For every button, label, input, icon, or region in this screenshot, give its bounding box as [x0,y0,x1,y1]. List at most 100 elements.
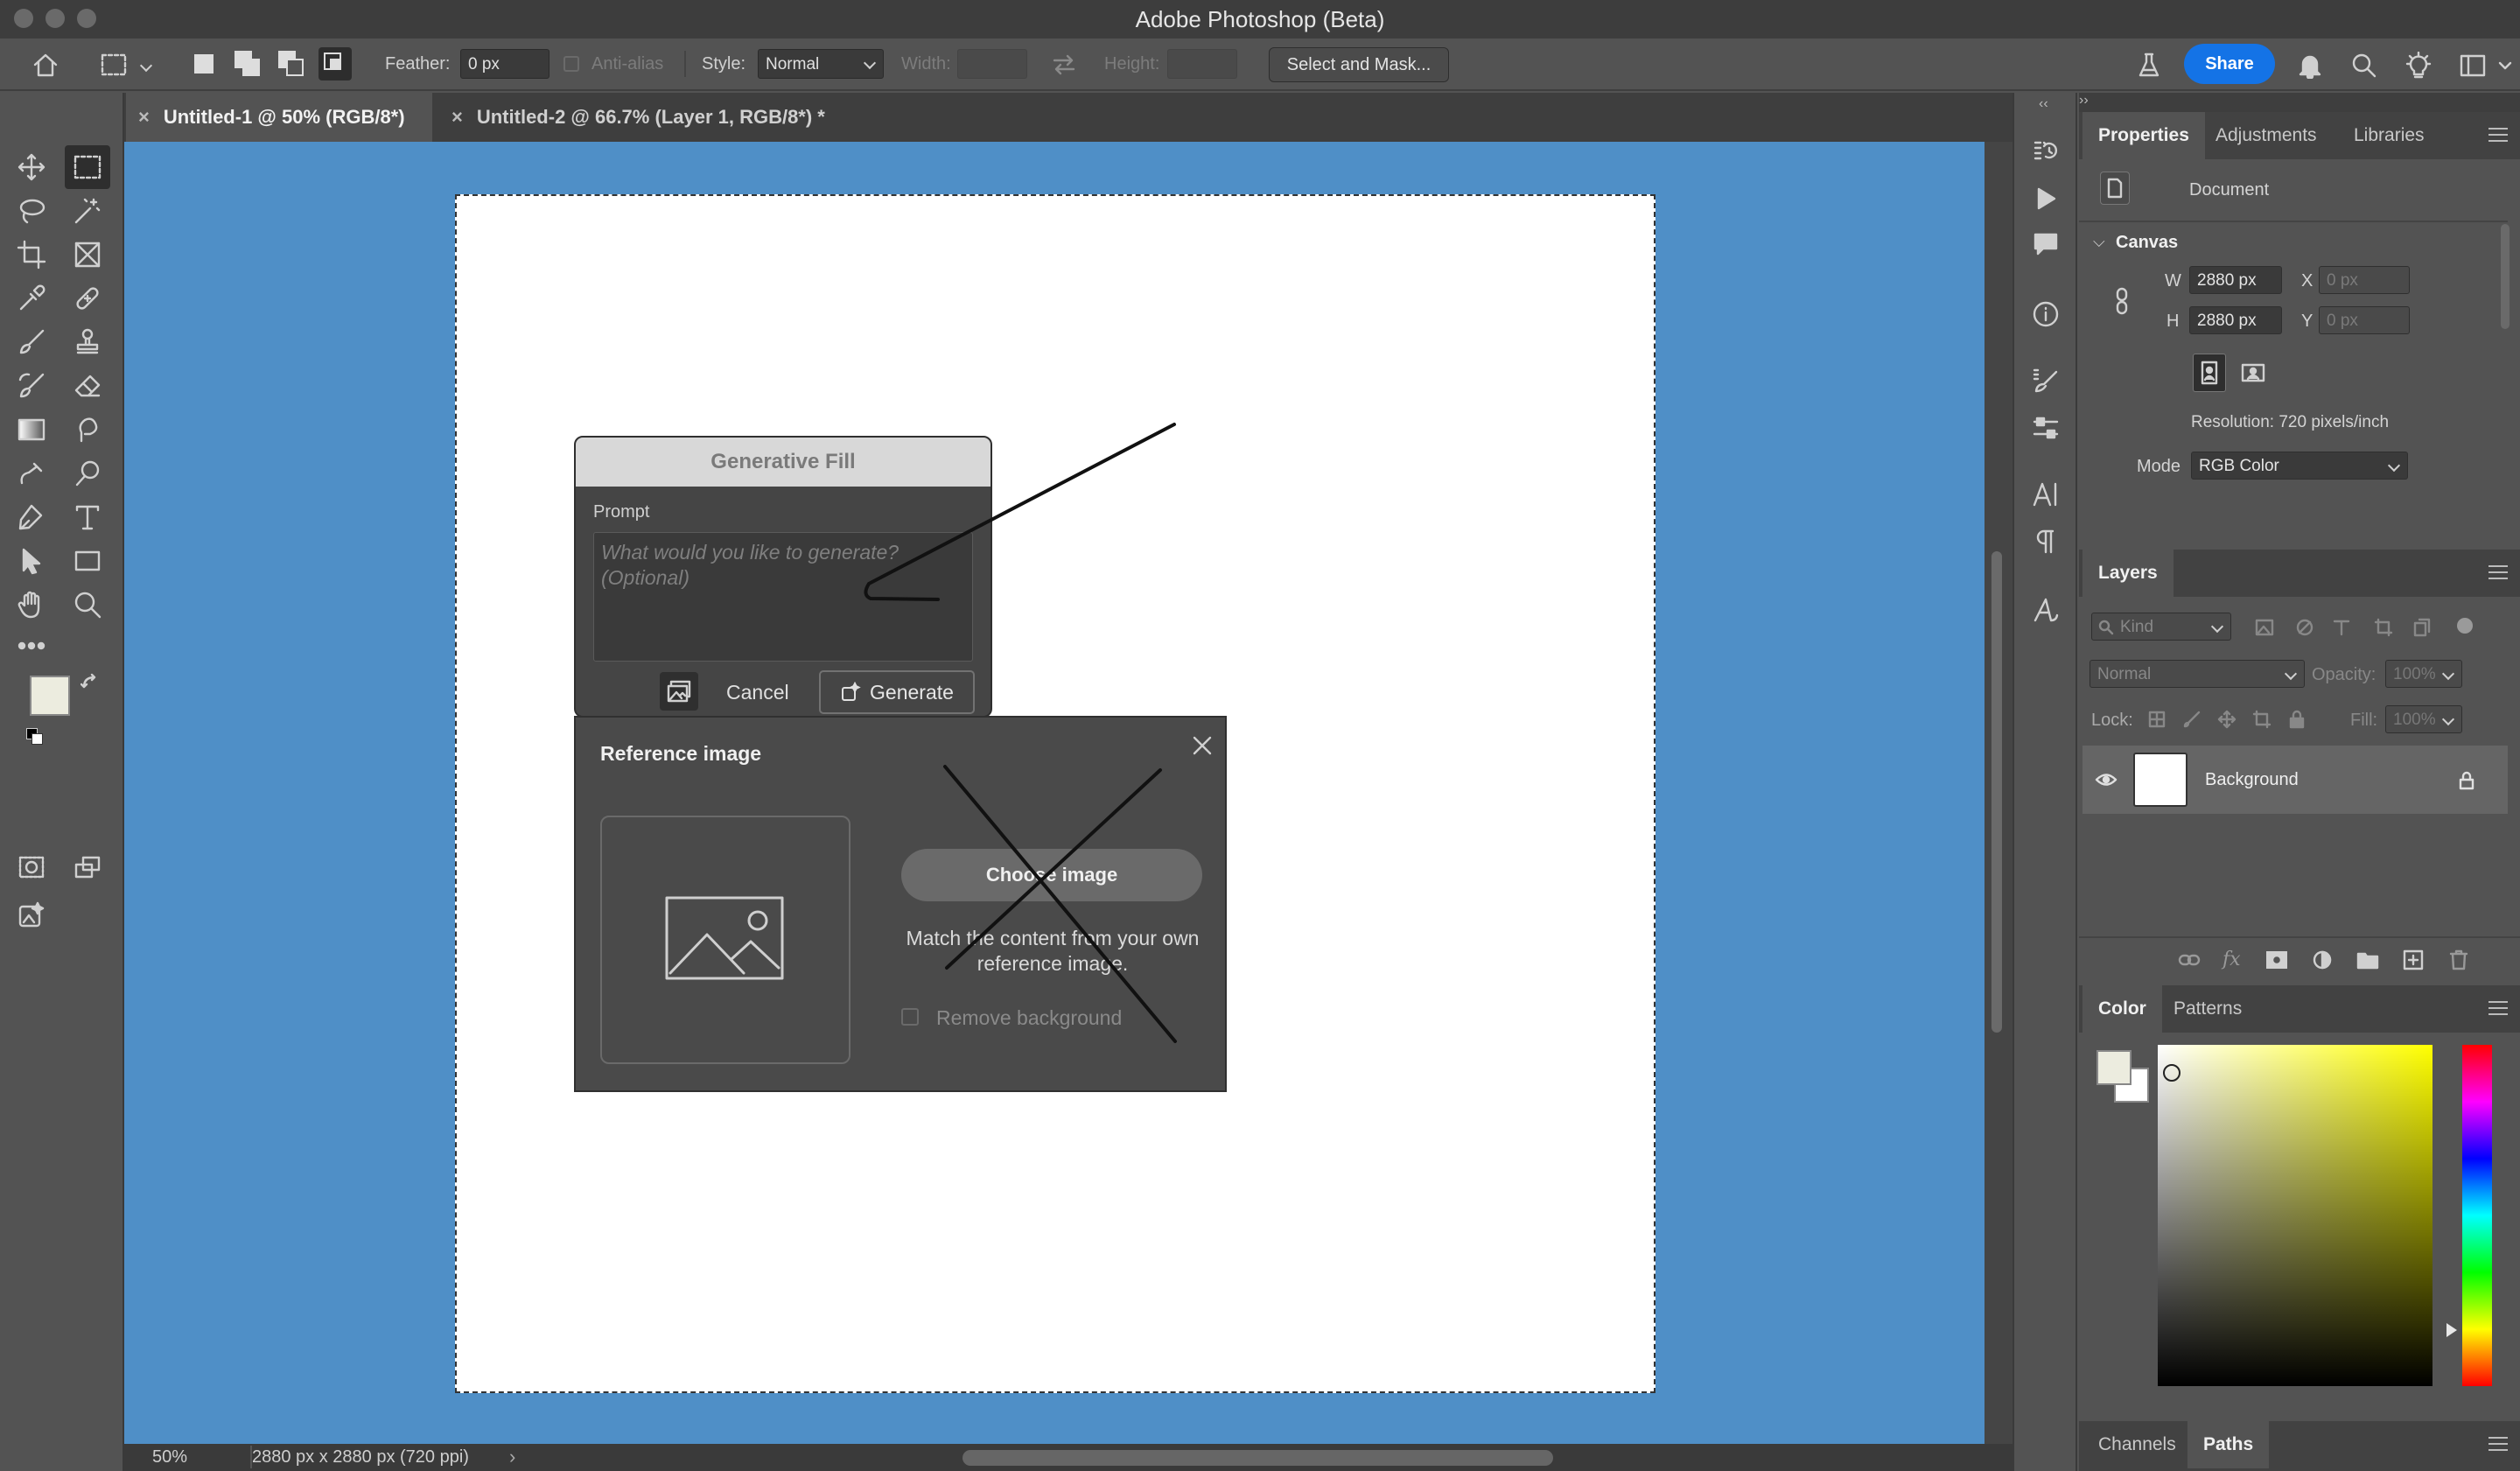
add-mask-icon[interactable] [2263,945,2291,975]
tab-untitled-1[interactable]: × Untitled-1 @ 50% (RGB/8*) [126,93,432,142]
tab-channels[interactable]: Channels [2098,1421,2176,1468]
discover-lightbulb-icon[interactable] [2401,49,2436,82]
layer-visibility-eye-icon[interactable] [2091,765,2121,795]
workspace-chevron-icon[interactable] [2490,49,2520,82]
zoom-tool-icon[interactable] [66,585,108,625]
tab-properties[interactable]: Properties [2082,112,2205,159]
magic-wand-tool-icon[interactable] [66,191,108,231]
swap-width-height-icon[interactable] [1046,49,1082,81]
tab-color[interactable]: Color [2082,985,2162,1033]
horizontal-scroll-thumb[interactable] [962,1450,1553,1466]
lasso-tool-icon[interactable] [10,191,52,231]
canvas-width-input[interactable]: 2880 px [2189,266,2282,294]
color-mode-select[interactable]: RGB Color [2191,452,2408,480]
filter-smart-object-icon[interactable] [2408,613,2436,642]
tab-patterns[interactable]: Patterns [2174,985,2242,1033]
generative-fill-tool-icon[interactable] [10,896,52,936]
panel-menu-icon[interactable] [2488,565,2508,579]
share-button[interactable]: Share [2184,44,2275,84]
layer-effects-icon[interactable]: fx [2222,949,2241,970]
filter-adjustment-icon[interactable] [2291,613,2319,642]
opacity-input[interactable]: 100% [2385,660,2462,688]
panel-menu-icon[interactable] [2488,1437,2508,1451]
tab-adjustments[interactable]: Adjustments [2216,112,2317,159]
spot-healing-brush-tool-icon[interactable] [66,278,108,319]
width-input[interactable] [957,49,1027,79]
path-selection-tool-icon[interactable] [10,541,52,581]
new-layer-icon[interactable] [2399,945,2427,975]
eraser-tool-icon[interactable] [66,366,108,406]
gradient-tool-icon[interactable] [10,410,52,450]
properties-scroll-thumb[interactable] [2501,224,2510,329]
hand-tool-icon[interactable] [10,585,52,625]
character-panel-icon[interactable] [2025,474,2067,515]
tab-untitled-2[interactable]: × Untitled-2 @ 66.7% (Layer 1, RGB/8*) * [439,93,859,142]
canvas-x-input[interactable]: 0 px [2319,266,2410,294]
screen-mode-icon[interactable] [66,847,108,887]
generate-button[interactable]: Generate [819,670,975,714]
rectangular-marquee-tool-icon[interactable] [65,145,110,189]
crop-tool-icon[interactable] [10,235,52,275]
glyphs-panel-icon[interactable] [2025,590,2067,630]
search-icon[interactable] [2347,49,2382,82]
canvas-collapse-chevron-icon[interactable]: ⌵ [2093,233,2105,251]
default-colors-icon[interactable] [26,728,44,746]
close-tab-icon[interactable]: × [138,106,150,129]
move-tool-icon[interactable] [10,147,52,187]
panel-menu-icon[interactable] [2488,1001,2508,1015]
new-group-icon[interactable] [2354,945,2382,975]
status-chevron-icon[interactable]: › [509,1446,515,1468]
home-icon[interactable] [26,49,65,81]
history-brush-tool-icon[interactable] [10,366,52,406]
clone-stamp-tool-icon[interactable] [66,322,108,362]
pen-tool-icon[interactable] [10,497,52,537]
landscape-orientation-icon[interactable] [2236,355,2270,390]
reference-image-dropzone[interactable] [600,816,850,1064]
close-tab-icon[interactable]: × [452,106,463,129]
panel-menu-icon[interactable] [2488,128,2508,142]
preset-dropdown-chevron-icon[interactable] [138,53,159,74]
select-and-mask-button[interactable]: Select and Mask... [1269,47,1449,82]
foreground-color-swatch[interactable] [30,676,70,716]
intersect-selection-icon[interactable] [318,47,352,81]
lock-transparency-icon[interactable] [2144,705,2170,733]
tab-paths[interactable]: Paths [2188,1421,2270,1468]
style-select[interactable]: Normal [758,49,884,79]
beta-flask-icon[interactable] [2132,49,2166,82]
info-icon[interactable] [2025,294,2067,334]
eyedropper-tool-icon[interactable] [10,278,52,319]
comments-icon[interactable] [2025,224,2067,264]
lock-artboard-icon[interactable] [2249,705,2275,733]
delete-layer-icon[interactable] [2445,945,2473,975]
fill-input[interactable]: 100% [2385,705,2462,733]
blur-smudge-tool-icon[interactable] [66,410,108,450]
cancel-button[interactable]: Cancel [726,681,789,704]
link-layers-icon[interactable] [2175,945,2203,975]
tab-layers[interactable]: Layers [2082,550,2174,597]
layer-row-background[interactable]: Background [2082,746,2508,814]
frame-tool-icon[interactable] [66,235,108,275]
choose-image-button[interactable]: Choose image [901,849,1202,901]
lock-all-icon[interactable] [2284,705,2310,733]
blend-mode-select[interactable]: Normal [2090,660,2305,688]
lock-pixels-icon[interactable] [2179,705,2205,733]
history-panel-icon[interactable] [2025,131,2067,172]
height-input[interactable] [1167,49,1237,79]
filter-pixel-icon[interactable] [2250,613,2278,642]
portrait-orientation-icon[interactable] [2193,354,2226,392]
brush-tool-icon[interactable] [10,322,52,362]
canvas-y-input[interactable]: 0 px [2319,306,2410,334]
canvas-height-input[interactable]: 2880 px [2189,306,2282,334]
color-panel-foreground-swatch[interactable] [2096,1050,2132,1085]
subtract-from-selection-icon[interactable] [278,51,304,77]
hue-slider[interactable] [2462,1045,2492,1386]
collapse-panels-icon[interactable]: ›› [2079,93,2089,109]
hue-slider-marker[interactable] [2446,1323,2457,1337]
filter-toggle-icon[interactable] [2457,618,2473,634]
dodge-burn-tool-icon[interactable] [66,453,108,494]
expand-dock-icon[interactable]: ‹‹ [2039,96,2048,112]
paragraph-panel-icon[interactable] [2025,522,2067,562]
add-to-selection-icon[interactable] [234,51,261,77]
color-picker-marker[interactable] [2163,1064,2180,1082]
marquee-preset-icon[interactable] [96,49,131,81]
